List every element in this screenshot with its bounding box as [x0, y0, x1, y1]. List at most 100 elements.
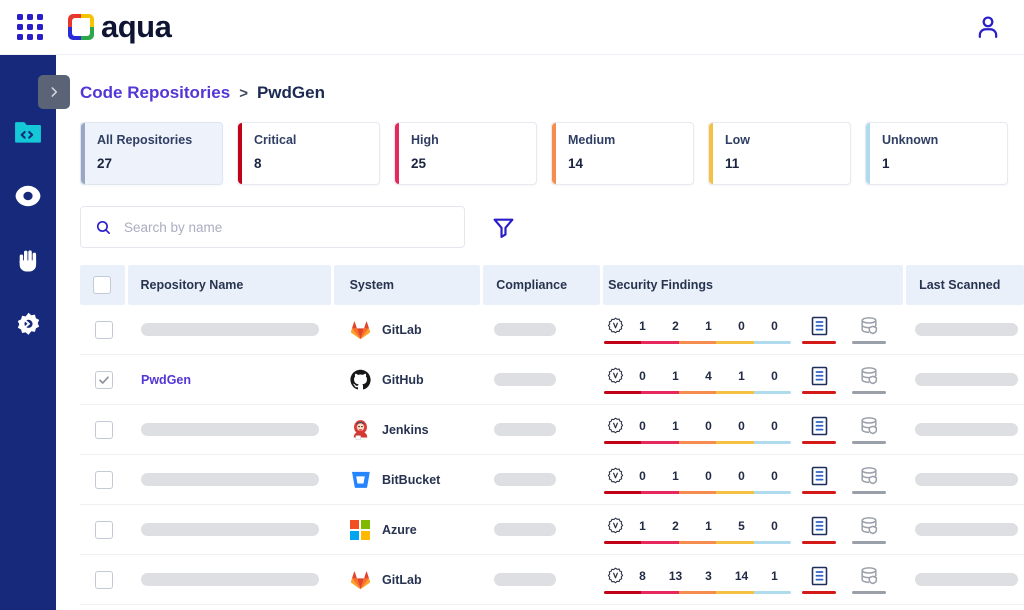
row-select-cell[interactable] — [80, 505, 128, 554]
hand-stop-icon — [15, 247, 41, 274]
security-findings-cell: 01000 — [599, 455, 902, 504]
severity-card-critical[interactable]: Critical8 — [237, 122, 380, 185]
sidebar-item-code-repositories[interactable] — [11, 115, 45, 149]
filter-button[interactable] — [491, 215, 516, 240]
system-cell: GitLab — [333, 555, 481, 604]
compliance-findings-indicator[interactable] — [797, 316, 841, 344]
severity-count-unknown: 0 — [758, 319, 791, 333]
table-row[interactable]: PwdGen GitHub 01410 — [80, 355, 1024, 405]
severity-count-low: 5 — [725, 519, 758, 533]
table-header-security-findings[interactable]: Security Findings — [603, 265, 903, 305]
repository-name-cell[interactable]: PwdGen — [128, 355, 333, 404]
row-select-cell[interactable] — [80, 455, 128, 504]
system-cell: GitHub — [333, 355, 481, 404]
row-select-cell[interactable] — [80, 305, 128, 354]
redacted-compliance-value — [494, 323, 556, 336]
table-row[interactable]: GitLab 8133141 — [80, 555, 1024, 605]
row-checkbox[interactable] — [95, 321, 113, 339]
vulnerability-badge-icon — [607, 517, 624, 534]
severity-card-title: Low — [725, 134, 850, 147]
compliance-findings-indicator[interactable] — [797, 566, 841, 594]
repository-name-cell[interactable] — [128, 305, 333, 354]
compliance-document-icon — [810, 516, 829, 536]
sensitive-data-indicator[interactable] — [847, 516, 891, 544]
repository-name-cell[interactable] — [128, 555, 333, 604]
severity-count-critical: 0 — [626, 469, 659, 483]
sensitive-data-indicator[interactable] — [847, 466, 891, 494]
vulnerability-badge-icon — [604, 467, 626, 484]
severity-card-low[interactable]: Low 11 — [708, 122, 851, 185]
gitlab-fox-icon — [349, 319, 371, 341]
severity-card-unknown[interactable]: Unknown1 — [865, 122, 1008, 185]
compliance-findings-indicator[interactable] — [797, 466, 841, 494]
table-row[interactable]: GitLab12100 — [80, 305, 1024, 355]
system-cell: GitLab — [333, 305, 481, 354]
severity-count-medium: 0 — [692, 419, 725, 433]
table-row[interactable]: BitBucket01000 — [80, 455, 1024, 505]
repository-name-cell[interactable] — [128, 505, 333, 554]
search-input[interactable] — [124, 220, 424, 235]
redacted-compliance-value — [494, 573, 556, 586]
sensitive-data-indicator[interactable] — [847, 366, 891, 394]
severity-card-medium[interactable]: Medium14 — [551, 122, 694, 185]
severity-count-critical: 1 — [626, 319, 659, 333]
severity-count-high: 2 — [659, 519, 692, 533]
repository-name-cell[interactable] — [128, 405, 333, 454]
repository-name-cell[interactable] — [128, 455, 333, 504]
severity-count-high: 1 — [659, 419, 692, 433]
severity-breakdown[interactable]: 12150 — [604, 516, 791, 544]
aqua-logo[interactable]: aqua — [68, 9, 171, 45]
sidebar-item-eye-shield[interactable] — [11, 179, 45, 213]
breadcrumb-parent-link[interactable]: Code Repositories — [80, 83, 230, 103]
compliance-findings-indicator[interactable] — [797, 516, 841, 544]
user-account-icon[interactable] — [974, 12, 1002, 47]
table-header-last-scanned[interactable]: Last Scanned — [906, 265, 1024, 305]
severity-count-medium: 4 — [692, 369, 725, 383]
table-header-repository-name[interactable]: Repository Name — [128, 265, 331, 305]
row-checkbox[interactable] — [95, 471, 113, 489]
row-checkbox[interactable] — [95, 571, 113, 589]
gitlab-fox-icon — [350, 570, 371, 590]
table-header-system[interactable]: System — [334, 265, 481, 305]
sidebar-collapse-toggle[interactable] — [38, 75, 70, 109]
compliance-document-icon — [810, 366, 829, 386]
severity-breakdown[interactable]: 01410 — [604, 366, 791, 394]
row-select-cell[interactable] — [80, 555, 128, 604]
select-all-checkbox[interactable] — [93, 276, 111, 294]
severity-counts-row: 01000 — [604, 416, 791, 436]
severity-card-value: 27 — [97, 157, 222, 171]
sensitive-data-indicator[interactable] — [847, 316, 891, 344]
row-checkbox[interactable] — [95, 371, 113, 389]
table-row[interactable]: Jenkins01000 — [80, 405, 1024, 455]
row-checkbox[interactable] — [95, 521, 113, 539]
severity-count-low: 0 — [725, 419, 758, 433]
table-header-select-all[interactable] — [80, 265, 125, 305]
table-row[interactable]: Azure12150 — [80, 505, 1024, 555]
severity-card-all-repositories[interactable]: All Repositories27 — [80, 122, 223, 185]
vulnerability-badge-icon — [607, 367, 624, 384]
severity-breakdown[interactable]: 8133141 — [604, 566, 791, 594]
repository-name-link[interactable]: PwdGen — [141, 373, 191, 387]
row-select-cell[interactable] — [80, 405, 128, 454]
sidebar-item-settings[interactable] — [11, 307, 45, 341]
compliance-findings-indicator[interactable] — [797, 366, 841, 394]
compliance-findings-indicator[interactable] — [797, 416, 841, 444]
compliance-indicator-underline — [802, 491, 836, 494]
table-header-compliance[interactable]: Compliance — [483, 265, 600, 305]
row-select-cell[interactable] — [80, 355, 128, 404]
severity-breakdown[interactable]: 01000 — [604, 416, 791, 444]
sidebar-item-hand-stop[interactable] — [11, 243, 45, 277]
severity-card-high[interactable]: High25 — [394, 122, 537, 185]
vulnerability-badge-icon — [607, 317, 624, 334]
redacted-last-scanned-value — [915, 473, 1018, 486]
redacted-last-scanned-value — [915, 573, 1018, 586]
severity-breakdown[interactable]: 01000 — [604, 466, 791, 494]
severity-breakdown[interactable]: 12100 — [604, 316, 791, 344]
row-checkbox[interactable] — [95, 421, 113, 439]
severity-card-value: 11 — [725, 157, 850, 171]
sensitive-data-indicator[interactable] — [847, 566, 891, 594]
sensitive-data-database-icon — [859, 466, 879, 486]
grid-apps-icon[interactable] — [14, 11, 46, 43]
search-box[interactable] — [80, 206, 465, 248]
sensitive-data-indicator[interactable] — [847, 416, 891, 444]
